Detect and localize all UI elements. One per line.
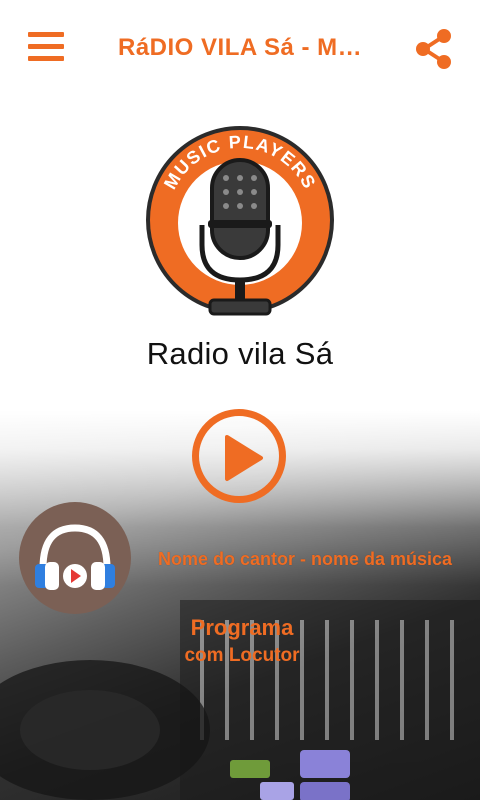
play-button[interactable] bbox=[192, 409, 286, 503]
program-host: com Locutor bbox=[184, 645, 300, 666]
hamburger-menu-icon[interactable] bbox=[28, 32, 64, 62]
station-logo: MUSIC PLAYERS bbox=[146, 126, 334, 316]
app-title: RáDIO VILA Sá - MUSIC PLAYERS bbox=[118, 34, 368, 61]
share-icon[interactable] bbox=[414, 28, 454, 70]
now-playing-text: Nome do cantor - nome da música bbox=[158, 549, 453, 569]
station-name: Radio vila Sá bbox=[146, 336, 334, 371]
play-icon bbox=[225, 435, 263, 481]
headphones-icon bbox=[35, 524, 115, 590]
app-bar: RáDIO VILA Sá - MUSIC PLAYERS bbox=[0, 0, 480, 96]
program-title: Programa bbox=[190, 615, 294, 640]
album-cover bbox=[19, 502, 131, 614]
